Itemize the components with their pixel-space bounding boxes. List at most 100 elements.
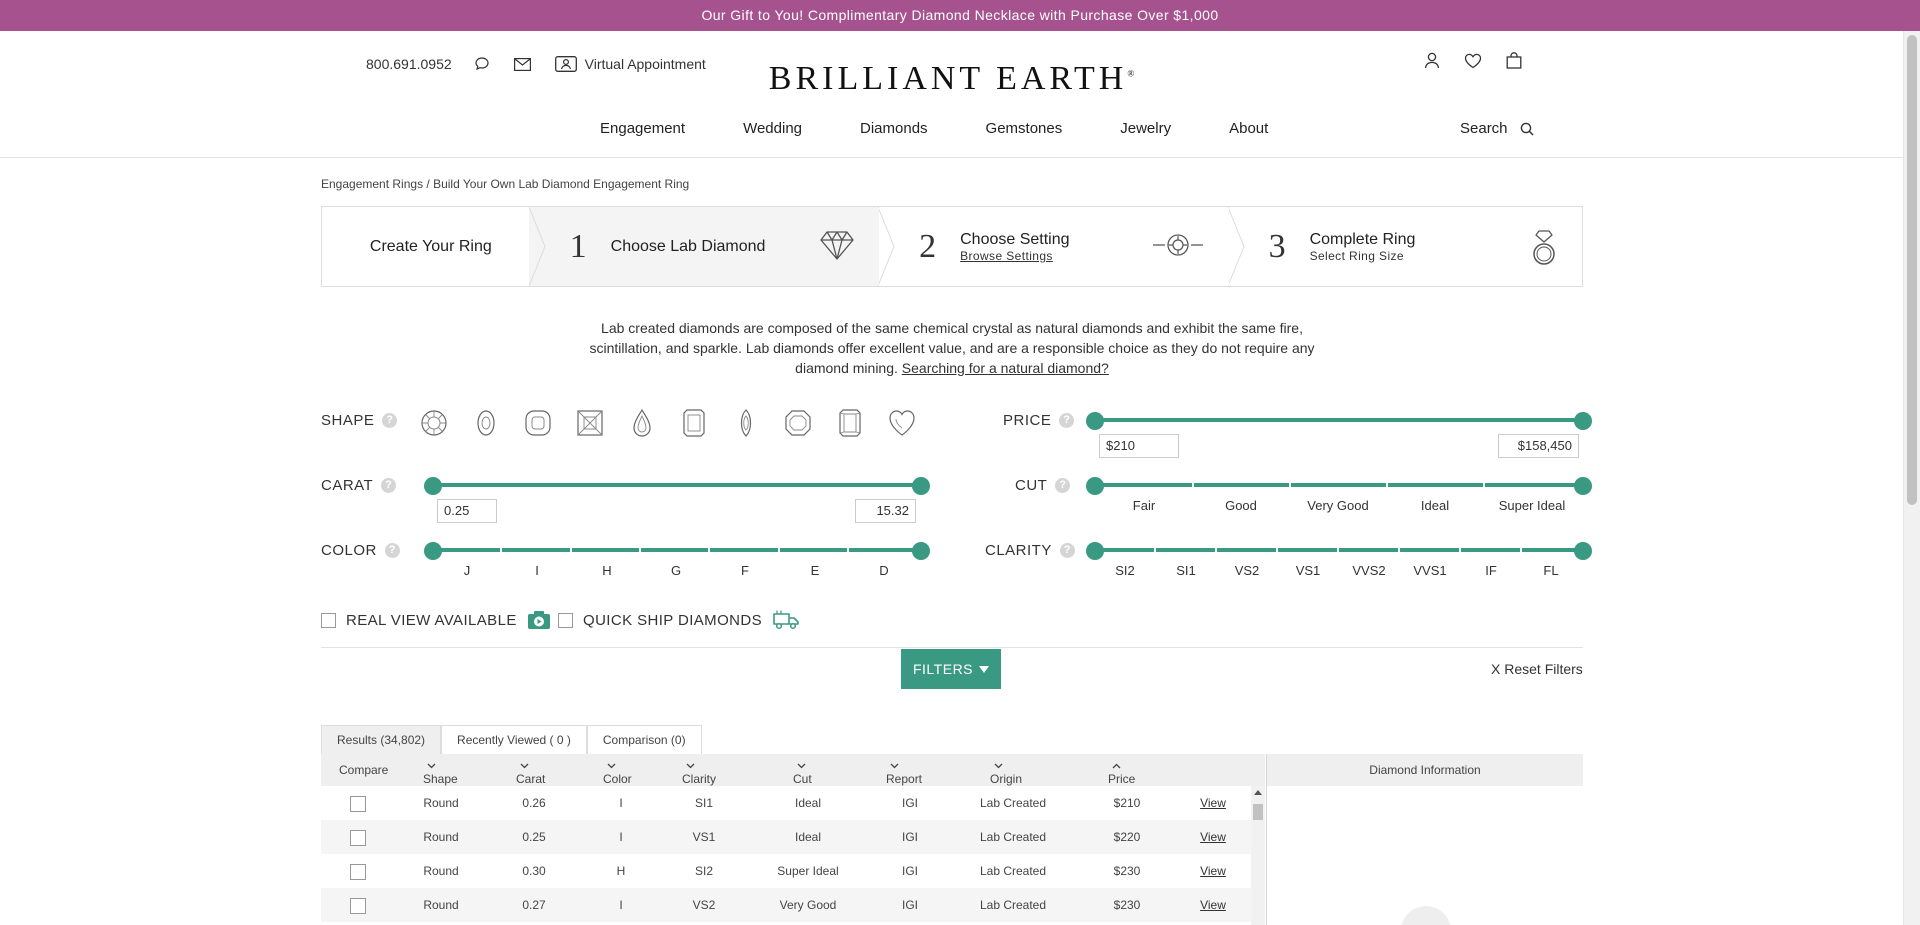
quick-ship-checkbox[interactable] (558, 612, 573, 628)
step-3-label: Complete Ring (1309, 230, 1416, 248)
tab-results[interactable]: Results (34,802) (321, 725, 442, 754)
account-icon[interactable] (1424, 52, 1440, 69)
nav-gemstones[interactable]: Gemstones (986, 120, 1063, 137)
breadcrumb[interactable]: Engagement Rings / Build Your Own Lab Di… (321, 177, 689, 191)
price-slider[interactable] (1086, 412, 1592, 430)
table-row[interactable]: Round 0.30 H SI2 Super Ideal IGI Lab Cre… (321, 854, 1251, 888)
price-max-input[interactable]: $158,450 (1498, 434, 1579, 458)
cut-grade-label: Good (1225, 498, 1257, 513)
column-shape[interactable]: Shape (423, 763, 458, 786)
color-help-icon[interactable]: ? (384, 543, 400, 558)
tab-comparison[interactable]: Comparison (0) (586, 725, 702, 754)
emerald-shape-icon[interactable] (680, 408, 708, 443)
pear-shape-icon[interactable] (628, 408, 656, 443)
column-clarity[interactable]: Clarity (682, 763, 716, 786)
cell-shape: Round (423, 796, 459, 810)
clarity-min-handle[interactable] (1086, 542, 1104, 560)
price-min-input[interactable]: $210 (1099, 434, 1179, 458)
price-filter-label: PRICE? (1003, 412, 1075, 429)
radiant-shape-icon[interactable] (836, 408, 864, 443)
browse-settings-link[interactable]: Browse Settings (960, 249, 1069, 263)
column-color[interactable]: Color (603, 763, 632, 786)
cut-max-handle[interactable] (1574, 477, 1592, 495)
nav-diamonds[interactable]: Diamonds (860, 120, 928, 137)
color-min-handle[interactable] (424, 542, 442, 560)
cut-grade-label: Super Ideal (1498, 498, 1566, 513)
quick-ship-option[interactable]: QUICK SHIP DIAMONDS (558, 610, 800, 630)
cut-help-icon[interactable]: ? (1055, 478, 1071, 493)
step-complete-ring[interactable]: 3 Complete Ring Select Ring Size (1229, 207, 1582, 286)
carat-help-icon[interactable]: ? (381, 478, 397, 493)
brand-logo[interactable]: BRILLIANT EARTH® (0, 60, 1903, 98)
compare-checkbox[interactable] (350, 864, 366, 880)
column-cut[interactable]: Cut (793, 763, 812, 786)
clarity-slider[interactable] (1086, 542, 1592, 560)
results-scrollbar-thumb[interactable] (1253, 804, 1263, 820)
carat-min-handle[interactable] (424, 477, 442, 495)
view-link[interactable]: View (1200, 864, 1226, 878)
price-max-handle[interactable] (1574, 412, 1592, 430)
promo-banner[interactable]: Our Gift to You! Complimentary Diamond N… (0, 0, 1920, 31)
column-report[interactable]: Report (886, 763, 922, 786)
marquise-shape-icon[interactable] (732, 408, 760, 443)
clarity-label: CLARITY (985, 542, 1052, 559)
princess-shape-icon[interactable] (576, 408, 604, 443)
price-help-icon[interactable]: ? (1059, 413, 1075, 428)
compare-checkbox[interactable] (350, 898, 366, 914)
cut-slider[interactable] (1086, 477, 1592, 495)
shopping-bag-icon[interactable] (1506, 52, 1522, 69)
carat-min-input[interactable]: 0.25 (437, 499, 497, 523)
color-grade-label: H (602, 563, 612, 578)
heart-shape-icon[interactable] (888, 408, 916, 443)
nav-jewelry[interactable]: Jewelry (1120, 120, 1171, 137)
step-choose-lab-diamond[interactable]: 1 Choose Lab Diamond (529, 207, 895, 286)
tab-recently-viewed[interactable]: Recently Viewed ( 0 ) (441, 725, 587, 754)
nav-engagement[interactable]: Engagement (600, 120, 685, 137)
wishlist-heart-icon[interactable] (1464, 52, 1482, 69)
scrollbar-thumb[interactable] (1907, 35, 1917, 505)
natural-diamond-link[interactable]: Searching for a natural diamond? (902, 360, 1109, 376)
filters-button[interactable]: FILTERS (901, 649, 1001, 689)
carat-slider[interactable] (424, 477, 930, 495)
round-shape-icon[interactable] (420, 408, 448, 443)
asscher-shape-icon[interactable] (784, 408, 812, 443)
view-link[interactable]: View (1200, 898, 1226, 912)
clarity-help-icon[interactable]: ? (1059, 543, 1075, 558)
account-icons (1424, 52, 1522, 69)
table-row[interactable]: Round 0.27 I VS2 Very Good IGI Lab Creat… (321, 888, 1251, 922)
color-max-handle[interactable] (912, 542, 930, 560)
column-price[interactable]: Price (1108, 763, 1135, 786)
compare-checkbox[interactable] (350, 830, 366, 846)
nav-wedding[interactable]: Wedding (743, 120, 802, 137)
view-link[interactable]: View (1200, 796, 1226, 810)
compare-checkbox[interactable] (350, 796, 366, 812)
page-scrollbar[interactable] (1903, 31, 1920, 925)
clarity-max-handle[interactable] (1574, 542, 1592, 560)
results-scrollbar[interactable] (1251, 786, 1265, 925)
reset-filters-button[interactable]: X Reset Filters (1491, 661, 1583, 677)
carat-max-handle[interactable] (912, 477, 930, 495)
real-view-checkbox[interactable] (321, 612, 336, 628)
column-origin[interactable]: Origin (990, 763, 1022, 786)
table-row[interactable]: Round 0.25 I VS1 Ideal IGI Lab Created $… (321, 820, 1251, 854)
nav-about[interactable]: About (1229, 120, 1268, 137)
shape-help-icon[interactable]: ? (382, 413, 398, 428)
scroll-up-arrow-icon[interactable] (1254, 790, 1262, 795)
real-view-option[interactable]: REAL VIEW AVAILABLE (321, 610, 551, 630)
cut-min-handle[interactable] (1086, 477, 1104, 495)
price-min-handle[interactable] (1086, 412, 1104, 430)
column-carat[interactable]: Carat (516, 763, 545, 786)
view-link[interactable]: View (1200, 830, 1226, 844)
chevron-down-icon (520, 763, 529, 769)
chevron-down-icon (686, 763, 695, 769)
carat-max-input[interactable]: 15.32 (855, 499, 916, 523)
table-row[interactable]: Round 0.26 I SI1 Ideal IGI Lab Created $… (321, 786, 1251, 820)
search-button[interactable]: Search (1460, 120, 1534, 137)
clarity-grade-label: VS2 (1234, 563, 1260, 578)
step-choose-setting[interactable]: 2 Choose Setting Browse Settings (879, 207, 1245, 286)
cushion-shape-icon[interactable] (524, 408, 552, 443)
cell-origin: Lab Created (979, 796, 1047, 810)
color-slider[interactable] (424, 542, 930, 560)
oval-shape-icon[interactable] (472, 408, 500, 443)
shape-filter-label: SHAPE? (321, 412, 398, 429)
